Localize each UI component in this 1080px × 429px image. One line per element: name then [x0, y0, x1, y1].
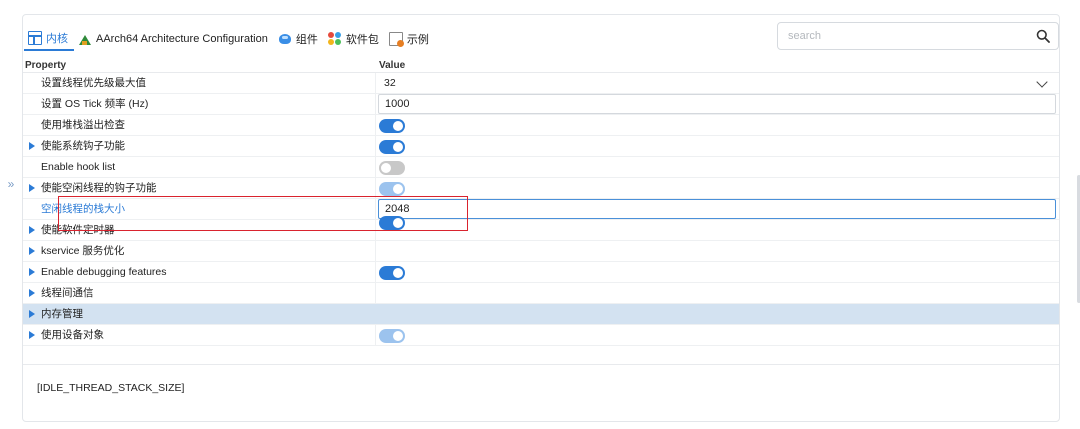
expand-arrow-icon[interactable] [29, 247, 35, 255]
hook-list-toggle[interactable] [379, 161, 405, 175]
tab-bar: 内核 AArch64 Architecture Configuration 组件… [24, 27, 435, 51]
idle-hook-toggle[interactable] [379, 182, 405, 196]
tab-aarch64-architecture[interactable]: AArch64 Architecture Configuration [74, 27, 274, 51]
expand-arrow-icon[interactable] [29, 142, 35, 150]
expand-sidebar-icon[interactable]: » [4, 177, 18, 191]
property-row[interactable]: 设置线程优先级最大值 32 [23, 73, 1059, 94]
property-value [375, 304, 1059, 324]
grid-header: Property Value [23, 59, 1059, 73]
kernel-grid-icon [28, 31, 42, 45]
property-label-text: kservice 服务优化 [41, 245, 125, 257]
property-label: 使能软件定时器 [23, 220, 375, 240]
property-label-text: 使用设备对象 [41, 329, 104, 341]
toolbar: 内核 AArch64 Architecture Configuration 组件… [23, 15, 1059, 59]
property-label: 设置 OS Tick 频率 (Hz) [41, 98, 149, 110]
example-icon [388, 32, 404, 47]
property-grid: Property Value 设置线程优先级最大值 32 设置 OS Tick … [23, 59, 1059, 346]
property-value [375, 136, 1059, 156]
tab-components[interactable]: 组件 [274, 27, 324, 51]
property-label-text: 使能空闲线程的钩子功能 [41, 182, 157, 194]
property-label-text: Enable debugging features [41, 266, 167, 278]
max-priority-select[interactable]: 32 [378, 74, 1056, 93]
property-label: 使能系统钩子功能 [23, 136, 375, 156]
software-timer-toggle[interactable] [379, 216, 405, 230]
search-box [777, 22, 1059, 50]
property-label-text: 内存管理 [41, 308, 83, 320]
property-label-text: 线程间通信 [41, 287, 94, 299]
architecture-icon [78, 32, 92, 46]
search-input[interactable] [778, 23, 1018, 49]
property-row[interactable]: 线程间通信 [23, 283, 1059, 304]
stack-overflow-check-toggle[interactable] [379, 119, 405, 133]
property-value: 32 [375, 73, 1059, 93]
search-icon[interactable] [1036, 29, 1050, 43]
debugging-features-toggle[interactable] [379, 266, 405, 280]
property-value [375, 241, 1059, 261]
property-row[interactable]: 设置 OS Tick 频率 (Hz) 1000 [23, 94, 1059, 115]
property-value: 2048 [375, 199, 1059, 219]
property-row[interactable]: 使能系统钩子功能 [23, 136, 1059, 157]
expand-arrow-icon[interactable] [29, 226, 35, 234]
device-object-toggle[interactable] [379, 329, 405, 343]
tab-label: 示例 [406, 34, 429, 46]
property-label: 使能空闲线程的钩子功能 [23, 178, 375, 198]
property-row[interactable]: Enable hook list [23, 157, 1059, 178]
tab-packages[interactable]: 软件包 [324, 27, 385, 51]
description-text: [IDLE_THREAD_STACK_SIZE] [37, 382, 185, 394]
description-pane: [IDLE_THREAD_STACK_SIZE] [23, 364, 1059, 421]
property-label: kservice 服务优化 [23, 241, 375, 261]
property-label: 使用设备对象 [23, 325, 375, 345]
property-label-text: 使能系统钩子功能 [41, 140, 125, 152]
property-value [375, 178, 1059, 198]
property-value [375, 115, 1059, 135]
tab-label: AArch64 Architecture Configuration [96, 33, 268, 45]
property-label: 空闲线程的栈大小 [23, 199, 375, 219]
property-label: 线程间通信 [23, 283, 375, 303]
property-row[interactable]: 使能空闲线程的钩子功能 [23, 178, 1059, 199]
property-row[interactable]: 使能软件定时器 [23, 216, 1059, 241]
tab-label: 软件包 [345, 34, 379, 46]
property-label-text: 空闲线程的栈大小 [41, 203, 125, 215]
property-row[interactable]: Enable debugging features [23, 262, 1059, 283]
tab-label: 组件 [295, 34, 318, 46]
property-label: Enable debugging features [23, 262, 375, 282]
expand-arrow-icon[interactable] [29, 184, 35, 192]
expand-arrow-icon[interactable] [29, 310, 35, 318]
property-label: 内存管理 [23, 304, 375, 324]
property-value [375, 283, 1059, 303]
configuration-panel: 内核 AArch64 Architecture Configuration 组件… [22, 14, 1080, 422]
property-label: Enable hook list [41, 161, 116, 173]
component-icon [278, 32, 292, 46]
column-header-value: Value [379, 60, 406, 71]
property-row-selected[interactable]: 内存管理 [23, 304, 1059, 325]
chevron-down-icon [1036, 76, 1048, 88]
property-value: 1000 [375, 94, 1059, 114]
property-value [375, 157, 1059, 177]
property-label: 使用堆栈溢出检查 [41, 119, 125, 131]
tab-kernel[interactable]: 内核 [24, 27, 74, 51]
expand-arrow-icon[interactable] [29, 289, 35, 297]
property-row[interactable]: kservice 服务优化 [23, 241, 1059, 262]
property-row[interactable]: 使用堆栈溢出检查 [23, 115, 1059, 136]
property-label-text: 使能软件定时器 [41, 224, 115, 236]
os-tick-field[interactable]: 1000 [378, 94, 1056, 114]
expand-arrow-icon[interactable] [29, 268, 35, 276]
expand-arrow-icon[interactable] [29, 331, 35, 339]
property-row[interactable]: 空闲线程的栈大小 2048 [23, 199, 1059, 220]
column-header-property: Property [25, 60, 67, 71]
system-hook-toggle[interactable] [379, 140, 405, 154]
property-value [375, 216, 1059, 240]
property-value [375, 325, 1059, 345]
select-value: 32 [384, 77, 396, 89]
idle-stack-size-field[interactable]: 2048 [378, 199, 1056, 219]
property-row[interactable]: 使用设备对象 [23, 325, 1059, 346]
tab-examples[interactable]: 示例 [385, 27, 435, 51]
property-value [375, 262, 1059, 282]
tab-label: 内核 [46, 33, 68, 45]
property-label: 设置线程优先级最大值 [41, 77, 146, 89]
package-icon [327, 32, 342, 46]
